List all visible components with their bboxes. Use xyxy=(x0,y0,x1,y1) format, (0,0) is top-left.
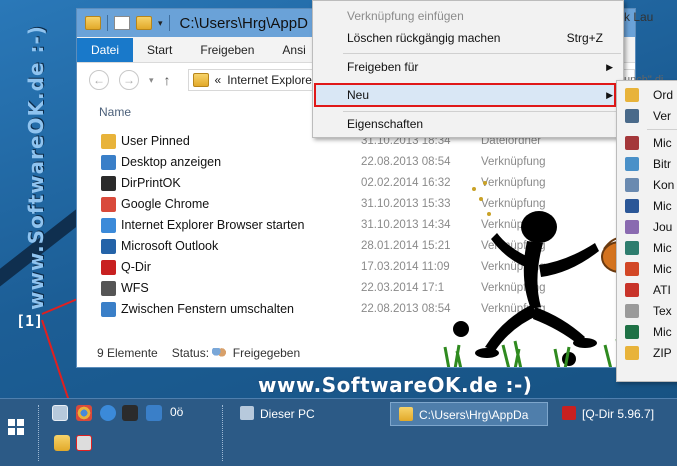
file-name: Microsoft Outlook xyxy=(121,239,219,253)
submenu-item[interactable]: Ord xyxy=(617,85,677,106)
submenu-item[interactable]: Ver xyxy=(617,106,677,127)
status-bar: 9 Elemente Status: Freigegeben xyxy=(97,346,300,360)
switch-windows-icon xyxy=(101,302,116,317)
submenu-item[interactable]: Kon xyxy=(617,175,677,196)
journal-icon xyxy=(625,220,639,234)
file-name: User Pinned xyxy=(121,134,190,148)
ie-icon[interactable] xyxy=(100,405,116,421)
file-name: Q-Dir xyxy=(121,260,151,274)
context-menu: Verknüpfung einfügen Löschen rückgängig … xyxy=(312,0,624,138)
status-value: Freigegeben xyxy=(232,346,301,360)
running-man-cartoon xyxy=(443,181,635,367)
menu-item-share-with[interactable]: Freigeben für ▶ xyxy=(313,56,623,78)
column-header-name[interactable]: Name xyxy=(99,105,131,119)
taskbar: 0ö Dieser PC C:\Users\Hrg\AppDa [Q-Dir 5… xyxy=(0,398,677,466)
recent-locations-icon[interactable]: ▾ xyxy=(149,75,154,86)
word-icon xyxy=(625,199,639,213)
shortcut-label: Strg+Z xyxy=(566,31,603,45)
submenu-item[interactable]: Mic xyxy=(617,259,677,280)
wfs-icon xyxy=(101,281,116,296)
submenu-item[interactable]: Jou xyxy=(617,217,677,238)
quicklaunch-label[interactable]: 0ö xyxy=(170,405,183,419)
taskbar-button-dieser-pc[interactable]: Dieser PC xyxy=(232,402,384,426)
chrome-icon[interactable] xyxy=(76,405,92,421)
properties-icon[interactable] xyxy=(114,16,130,30)
submenu-arrow-icon: ▶ xyxy=(606,90,613,100)
submenu-item[interactable]: Mic xyxy=(617,238,677,259)
submenu-item[interactable]: Bitr xyxy=(617,154,677,175)
forward-button[interactable]: → xyxy=(119,70,139,90)
menu-item-new[interactable]: Neu ▶ xyxy=(313,84,623,106)
folder-icon xyxy=(399,407,413,421)
file-date: 22.08.2013 08:54 xyxy=(361,156,451,168)
quick-access-dropdown-icon[interactable]: ▾ xyxy=(158,18,163,29)
file-name: WFS xyxy=(121,281,149,295)
powerpoint-icon xyxy=(625,262,639,276)
file-name: DirPrintOK xyxy=(121,176,181,190)
submenu-item[interactable]: Mic xyxy=(617,133,677,154)
qdir-icon xyxy=(101,260,116,275)
chrome-icon xyxy=(101,197,116,212)
contact-icon xyxy=(625,178,639,192)
submenu-item[interactable]: Mic xyxy=(617,322,677,343)
submenu-item[interactable]: ATI xyxy=(617,280,677,301)
toolbar-grip[interactable] xyxy=(222,405,225,461)
taskbar-button-explorer[interactable]: C:\Users\Hrg\AppDa xyxy=(390,402,548,426)
item-count: 9 Elemente xyxy=(97,346,158,360)
computer-icon xyxy=(240,406,254,420)
text-icon xyxy=(625,304,639,318)
background-window-title-fragment: k Lau xyxy=(624,10,654,24)
toolbar-grip[interactable] xyxy=(38,405,41,461)
submenu-item[interactable]: Mic xyxy=(617,196,677,217)
file-name: Zwischen Fenstern umschalten xyxy=(121,302,294,316)
wfs-icon[interactable] xyxy=(76,435,92,451)
ati-icon xyxy=(625,283,639,297)
submenu-new: Ord Ver Mic Bitr Kon Mic Jou Mic Mic ATI Tex Mic ZIP xyxy=(616,80,677,382)
address-prefix: « xyxy=(214,73,222,87)
folder-icon xyxy=(85,16,101,30)
start-button[interactable] xyxy=(8,419,24,435)
switch-windows-icon[interactable] xyxy=(146,405,162,421)
back-button[interactable]: ← xyxy=(89,70,109,90)
folder-icon xyxy=(101,134,116,149)
folder-icon[interactable] xyxy=(54,435,70,451)
tab-freigeben[interactable]: Freigeben xyxy=(186,38,268,62)
excel-icon xyxy=(625,325,639,339)
submenu-item[interactable]: Tex xyxy=(617,301,677,322)
new-folder-icon[interactable] xyxy=(136,16,152,30)
taskbar-button-qdir[interactable]: [Q-Dir 5.96.7] xyxy=(554,402,674,426)
file-name: Internet Explorer Browser starten xyxy=(121,218,305,232)
folder-icon xyxy=(625,88,639,102)
status-label: Status: xyxy=(171,346,210,360)
tab-start[interactable]: Start xyxy=(133,38,186,62)
share-icon xyxy=(212,348,227,360)
publisher-icon xyxy=(625,241,639,255)
printer-icon xyxy=(101,176,116,191)
menu-item-paste-shortcut[interactable]: Verknüpfung einfügen xyxy=(313,5,623,27)
file-type: Verknüpfung xyxy=(481,156,546,168)
printer-icon[interactable] xyxy=(122,405,138,421)
folder-icon xyxy=(192,73,209,87)
desktop-icon xyxy=(101,155,116,170)
file-name: Google Chrome xyxy=(121,197,210,211)
tab-datei[interactable]: Datei xyxy=(77,38,134,62)
up-button[interactable]: ↑ xyxy=(164,72,178,88)
address-path: Internet Explorer xyxy=(227,73,316,87)
window-title: C:\Users\Hrg\AppD xyxy=(179,14,308,32)
desktop-icon[interactable] xyxy=(52,405,68,421)
qdir-icon xyxy=(562,406,576,420)
zip-icon xyxy=(625,346,639,360)
submenu-item[interactable]: ZIP xyxy=(617,343,677,364)
menu-item-properties[interactable]: Eigenschaften xyxy=(313,113,623,135)
brand-watermark: www.SoftwareOK.de :-) xyxy=(258,373,533,397)
submenu-arrow-icon: ▶ xyxy=(606,62,613,72)
shortcut-icon xyxy=(625,109,639,123)
bitmap-icon xyxy=(625,157,639,171)
ie-icon xyxy=(101,218,116,233)
menu-item-undo-delete[interactable]: Löschen rückgängig machen Strg+Z xyxy=(313,27,623,49)
outlook-icon xyxy=(101,239,116,254)
access-icon xyxy=(625,136,639,150)
file-name: Desktop anzeigen xyxy=(121,155,222,169)
